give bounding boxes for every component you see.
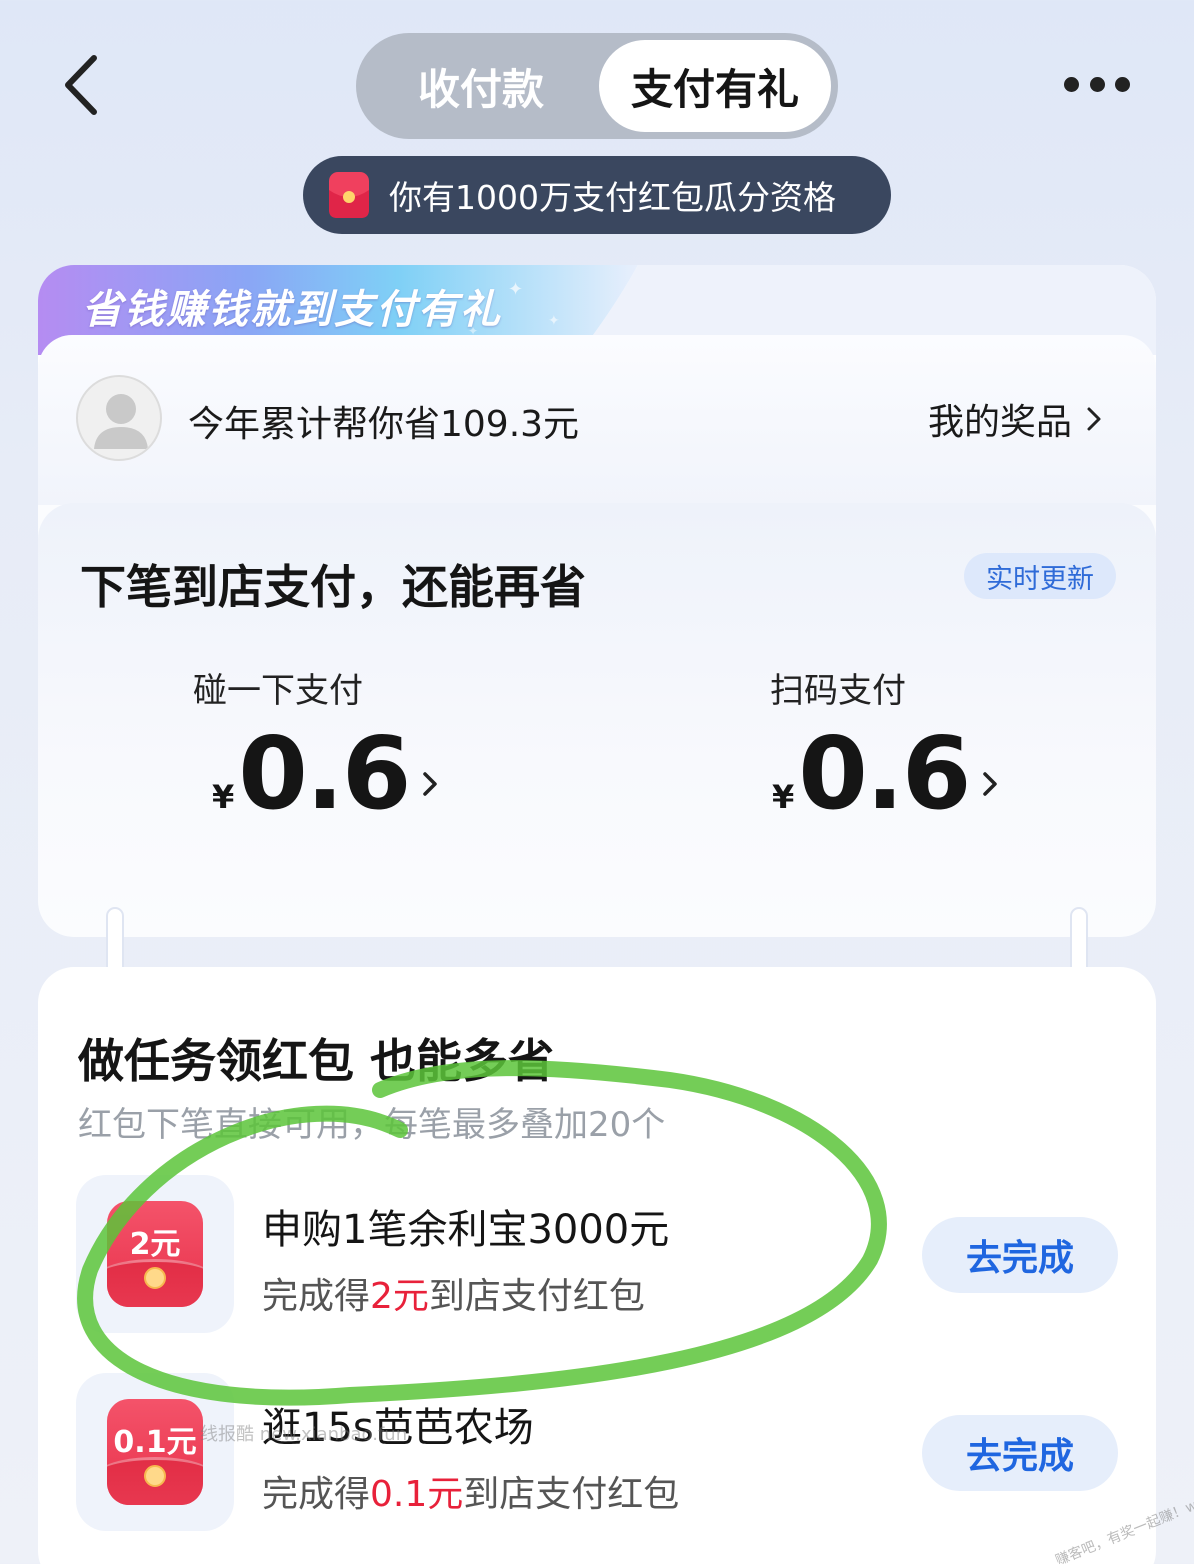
my-prizes-link[interactable]: 我的奖品 [928,393,1102,445]
envelope-amount: 0.1元 [113,1425,197,1460]
back-button[interactable] [58,50,108,120]
promo-banner[interactable]: 你有1000万支付红包瓜分资格 [303,156,891,234]
tap-pay-option[interactable]: 碰一下支付 ¥ 0.6 [168,663,468,824]
complete-task-button[interactable]: 去完成 [922,1217,1118,1293]
task-icon-box: 0.1元 [76,1373,234,1531]
list-item: 0.1元 逛15s芭芭农场 完成得0.1元到店支付红包 去完成 [76,1373,1118,1533]
tasks-card: 做任务领红包 也能多省 红包下笔直接可用，每笔最多叠加20个 2元 申购1笔余利… [38,967,1156,1564]
scan-pay-label: 扫码支付 [770,671,906,711]
task-description: 完成得0.1元到店支付红包 [262,1474,680,1515]
watermark: 线报酷 new.xianbao.fun [200,1424,408,1445]
chevron-right-icon [983,772,998,796]
saving-value: 0.6 [798,715,971,832]
my-prizes-label: 我的奖品 [927,402,1072,443]
chevron-right-icon [1087,407,1101,431]
yearly-savings-text: 今年累计帮你省109.3元 [188,404,580,445]
list-item: 2元 申购1笔余利宝3000元 完成得2元到店支付红包 去完成 [76,1175,1118,1335]
scan-pay-amount: ¥ 0.6 [772,724,1028,824]
more-dots-icon [1089,76,1105,92]
reward-amount: 2元 [370,1276,429,1317]
tap-pay-amount: ¥ 0.6 [212,724,468,824]
red-envelope-icon: 2元 [107,1201,203,1307]
red-envelope-icon [329,172,369,218]
red-envelope-icon: 0.1元 [107,1399,203,1505]
tasks-subtitle: 红包下笔直接可用，每笔最多叠加20个 [78,1105,666,1145]
currency-symbol: ¥ [212,778,235,816]
svg-text:✦: ✦ [508,279,523,300]
savings-summary-row: 今年累计帮你省109.3元 我的奖品 [38,335,1156,505]
promo-text: 你有1000万支付红包瓜分资格 [389,178,836,217]
banner-slogan: 省钱赚钱就到支付有礼 [82,287,502,333]
user-avatar-icon [94,394,148,449]
more-dots-icon [1115,76,1130,92]
realtime-update-badge: 实时更新 [964,553,1116,599]
more-dots-icon [1064,76,1079,92]
task-description: 完成得2元到店支付红包 [262,1276,645,1317]
chevron-left-icon [65,55,97,115]
svg-text:✦: ✦ [548,313,560,329]
task-name: 申购1笔余利宝3000元 [262,1207,670,1253]
reward-amount: 0.1元 [370,1474,464,1515]
scan-pay-option[interactable]: 扫码支付 ¥ 0.6 [728,663,1028,824]
panel-title: 下笔到店支付，还能再省 [80,560,586,614]
tab-pay-rewards[interactable]: 支付有礼 [599,40,831,132]
task-icon-box: 2元 [76,1175,234,1333]
tab-receive-pay[interactable]: 收付款 [363,40,599,132]
segmented-control: 收付款 支付有礼 [356,33,838,139]
avatar[interactable] [76,375,162,461]
complete-task-button[interactable]: 去完成 [922,1415,1118,1491]
saving-value: 0.6 [238,715,411,832]
next-payment-panel: 下笔到店支付，还能再省 实时更新 碰一下支付 ¥ 0.6 扫码支付 ¥ 0.6 [38,503,1156,937]
currency-symbol: ¥ [772,778,795,816]
chevron-right-icon [423,772,438,796]
more-button[interactable] [1064,70,1130,98]
envelope-amount: 2元 [129,1227,181,1262]
tap-pay-label: 碰一下支付 [193,671,363,711]
savings-card: ✦ ✦ ✦ 省钱赚钱就到支付有礼 今年累计帮你省109.3元 我的奖品 下笔到店… [38,265,1156,937]
tasks-title: 做任务领红包 也能多省 [78,1034,555,1088]
